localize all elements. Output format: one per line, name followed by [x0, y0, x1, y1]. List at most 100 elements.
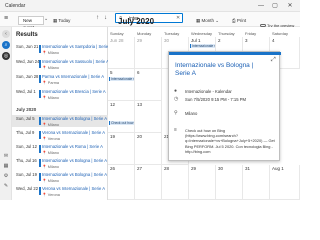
day-number: 12: [110, 102, 116, 107]
result-item[interactable]: Sun, Jul 12 Internazionale vs Roma | Ser…: [12, 143, 108, 155]
day-number: 29: [137, 38, 143, 43]
result-date: Sun, Jul 5: [16, 116, 35, 121]
print-button[interactable]: ⎙ Print: [232, 16, 246, 25]
calendar-dot-icon: ●: [174, 88, 178, 94]
result-title: Internazionale vs Bologna | Serie A: [42, 172, 108, 177]
mail-icon[interactable]: ✉: [2, 152, 10, 160]
result-date: Sun, Jun 28: [16, 74, 39, 79]
result-title: Verona vs Internazionale | Serie A: [42, 186, 106, 191]
day-number: 26: [110, 166, 116, 171]
prev-arrow-icon[interactable]: ↑: [96, 15, 99, 21]
clock-icon: ◷: [174, 96, 179, 102]
weekday-header: Monday: [137, 31, 152, 36]
chevron-down-icon[interactable]: ⌄: [44, 16, 48, 22]
result-item[interactable]: Sun, Jul 19 Internazionale vs Bologna | …: [12, 171, 108, 183]
hamburger-icon[interactable]: ≡: [4, 15, 8, 22]
feedback-icon[interactable]: ✎: [2, 182, 10, 190]
result-location: 📍 Milano: [42, 150, 59, 155]
result-title: Internazionale vs Sampdoria | Serie A: [42, 44, 112, 49]
minimize-button[interactable]: —: [256, 2, 266, 10]
event-chip[interactable]: Internazionale vs: [109, 77, 134, 81]
search-results-panel: Results Sun, Jun 21 Internazionale vs Sa…: [12, 27, 112, 200]
next-arrow-icon[interactable]: ↓: [104, 15, 107, 21]
event-details-popup: ⤢ Internazionale vs Bologna | Serie A ● …: [168, 51, 281, 161]
maximize-button[interactable]: ▢: [270, 2, 280, 10]
result-title: Internazionale vs Sassuolo | Serie A: [42, 59, 109, 64]
weekday-header: Wednesday: [191, 31, 213, 36]
day-number: 5: [110, 70, 113, 75]
event-color-bar: [39, 117, 41, 125]
result-title: Internazionale vs Bologna | Serie A: [42, 158, 108, 163]
month-view-button[interactable]: ▦ Month ⌄: [196, 16, 219, 25]
day-number: 2: [218, 38, 221, 43]
event-color-bar: [39, 187, 41, 195]
expand-icon[interactable]: ⤢: [271, 57, 276, 64]
result-location: 📍 Milano: [42, 65, 59, 70]
result-location: 📍 Verona: [42, 136, 60, 141]
event-color-bar: [169, 52, 281, 55]
day-number: 13: [137, 102, 143, 107]
event-color-bar: [39, 75, 41, 83]
result-title: Parma vs Internazionale | Serie A: [42, 74, 105, 79]
result-date: Thu, Jul 9: [16, 130, 35, 135]
result-title: Internazionale vs Bologna | Serie A: [42, 116, 108, 121]
day-number: Jul 1: [191, 38, 201, 43]
back-icon[interactable]: ‹: [2, 30, 10, 38]
day-number: 20: [137, 134, 143, 139]
result-date: Wed, Jun 24: [16, 59, 40, 64]
result-location: 📍 Parma: [42, 80, 59, 85]
day-number: 30: [218, 166, 224, 171]
event-location: Milano: [185, 111, 198, 116]
event-color-bar: [39, 159, 41, 167]
result-date: Sun, Jul 19: [16, 172, 37, 177]
day-number: 29: [191, 166, 197, 171]
result-item[interactable]: Sun, Jun 21 Internazionale vs Sampdoria …: [12, 43, 112, 55]
day-number: 6: [137, 70, 140, 75]
close-button[interactable]: ✕: [285, 2, 295, 10]
result-date: Thu, Jul 16: [16, 158, 37, 163]
result-item[interactable]: Thu, Jul 16 Internazionale vs Bologna | …: [12, 157, 108, 169]
result-title: Internazionale vs Brescia | Serie A: [42, 89, 106, 94]
result-item[interactable]: Sun, Jun 28 Parma vs Internazionale | Se…: [12, 73, 108, 85]
today-button[interactable]: ▦ Today: [53, 16, 70, 25]
event-calendar-name: Internazionale - Kalendar: [185, 89, 232, 94]
day-number: 27: [137, 166, 143, 171]
result-item-selected[interactable]: Sun, Jul 5 Internazionale vs Bologna | S…: [12, 115, 108, 127]
result-date: Wed, Jul 1: [16, 89, 36, 94]
result-item[interactable]: Wed, Jul 22 Verona vs Internazionale | S…: [12, 185, 108, 197]
result-date: Sun, Jun 21: [16, 44, 39, 49]
people-icon[interactable]: ◎: [2, 52, 10, 60]
event-color-bar: [39, 173, 41, 181]
result-item[interactable]: Wed, Jul 1 Internazionale vs Brescia | S…: [12, 88, 108, 100]
result-item[interactable]: Thu, Jul 9 Verona vs Internazionale | Se…: [12, 129, 108, 141]
day-number: 30: [164, 38, 170, 43]
result-location: 📍 Milano: [42, 50, 59, 55]
result-date: Wed, Jul 22: [16, 186, 39, 191]
description-icon: ≡: [174, 127, 177, 133]
search-nav-icon[interactable]: ⌕: [2, 41, 10, 49]
day-number: Aug 1: [272, 166, 284, 171]
event-description: Check out how on Bing (https://www.bing.…: [185, 128, 275, 154]
event-chip[interactable]: Internazionale vs: [190, 44, 215, 48]
result-item[interactable]: Wed, Jun 24 Internazionale vs Sassuolo |…: [12, 58, 109, 70]
day-number: 3: [245, 38, 248, 43]
result-location: 📍 Milano: [42, 122, 59, 127]
calendar-nav-icon[interactable]: ▦: [2, 162, 10, 170]
event-chip[interactable]: Check out how: [109, 121, 134, 125]
event-color-bar: [39, 145, 41, 153]
settings-icon[interactable]: ⚙: [2, 172, 10, 180]
results-title: Results: [16, 32, 38, 38]
day-number: 31: [245, 166, 251, 171]
new-event-button[interactable]: New event: [18, 16, 44, 30]
day-number: Jun 28: [110, 38, 124, 43]
result-location: 📍 Milano: [42, 95, 59, 100]
location-icon: ⚲: [174, 110, 178, 116]
event-time: Sun 7/5/2020 9:15 PM - 7:15 PM: [185, 97, 246, 102]
result-title: Verona vs Internazionale | Serie A: [42, 130, 106, 135]
result-location: 📍 Verona: [42, 192, 60, 197]
weekday-header: Saturday: [272, 31, 289, 36]
clear-search-icon[interactable]: ✕: [176, 15, 180, 21]
event-color-bar: [39, 45, 41, 53]
window-title: Calendar: [5, 3, 26, 9]
result-title: Internazionale vs Roma | Serie A: [42, 144, 103, 149]
